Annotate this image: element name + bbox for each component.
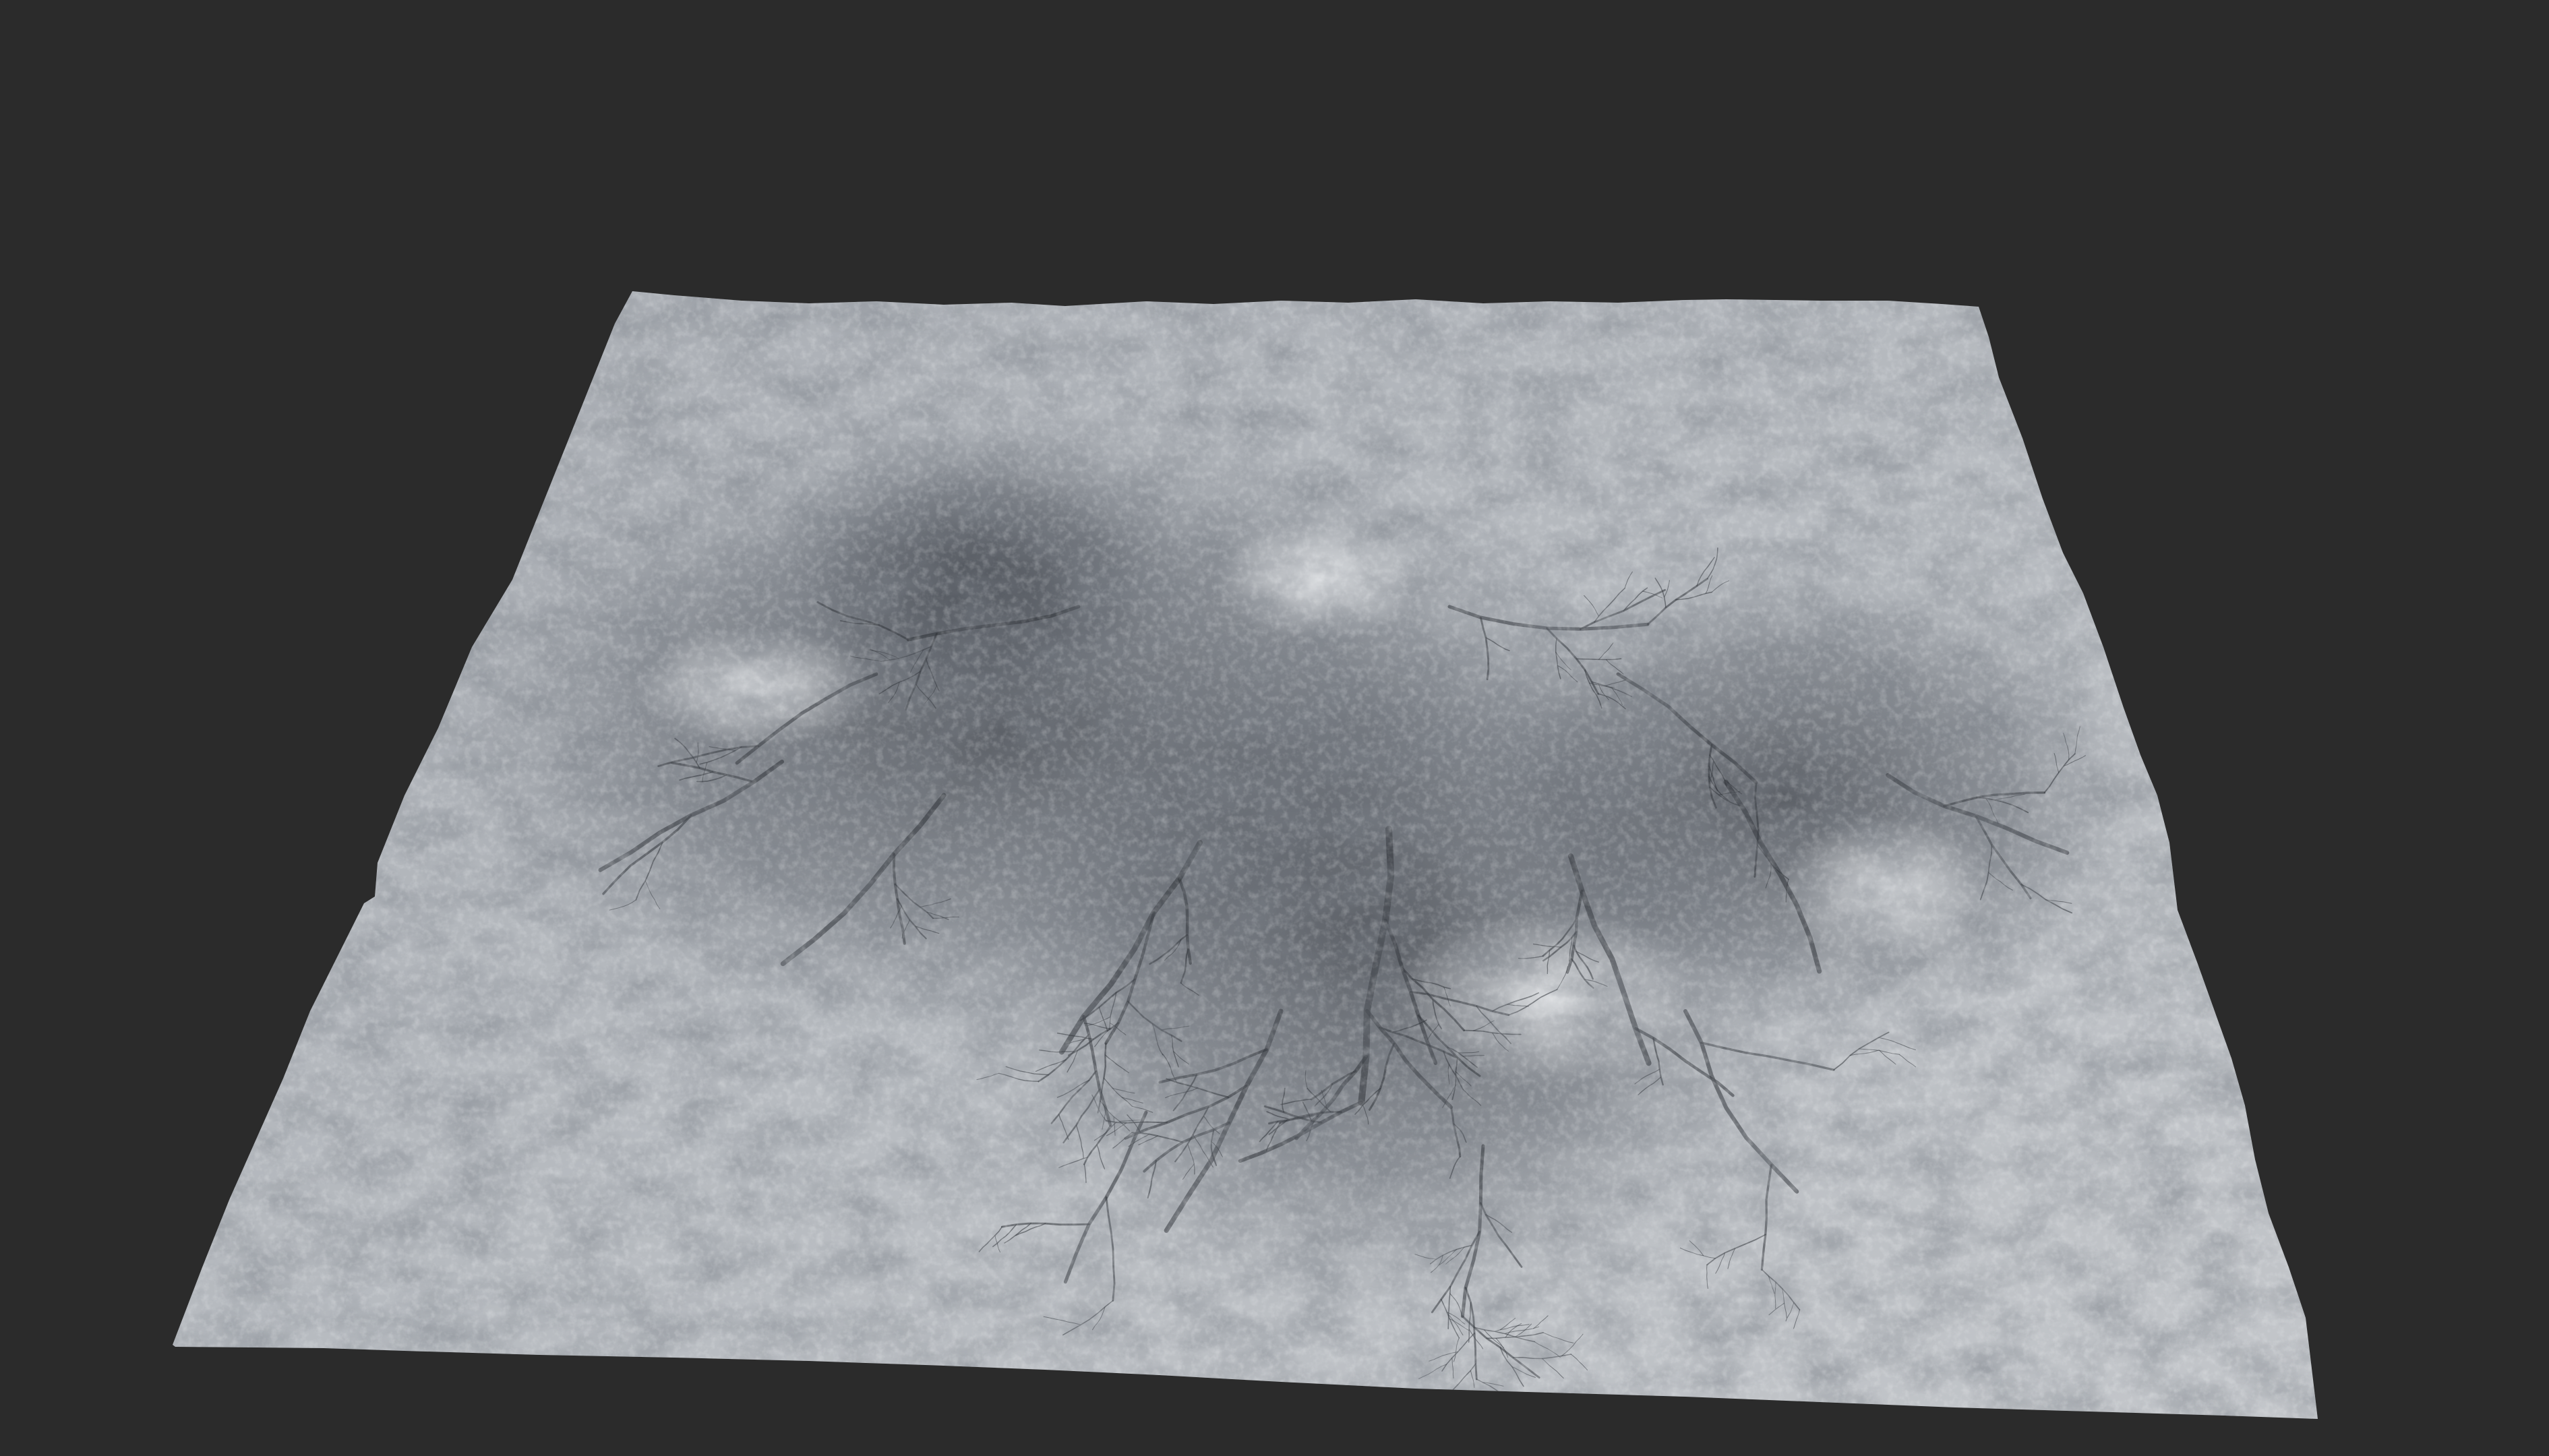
render-viewport: [0, 0, 2549, 1456]
